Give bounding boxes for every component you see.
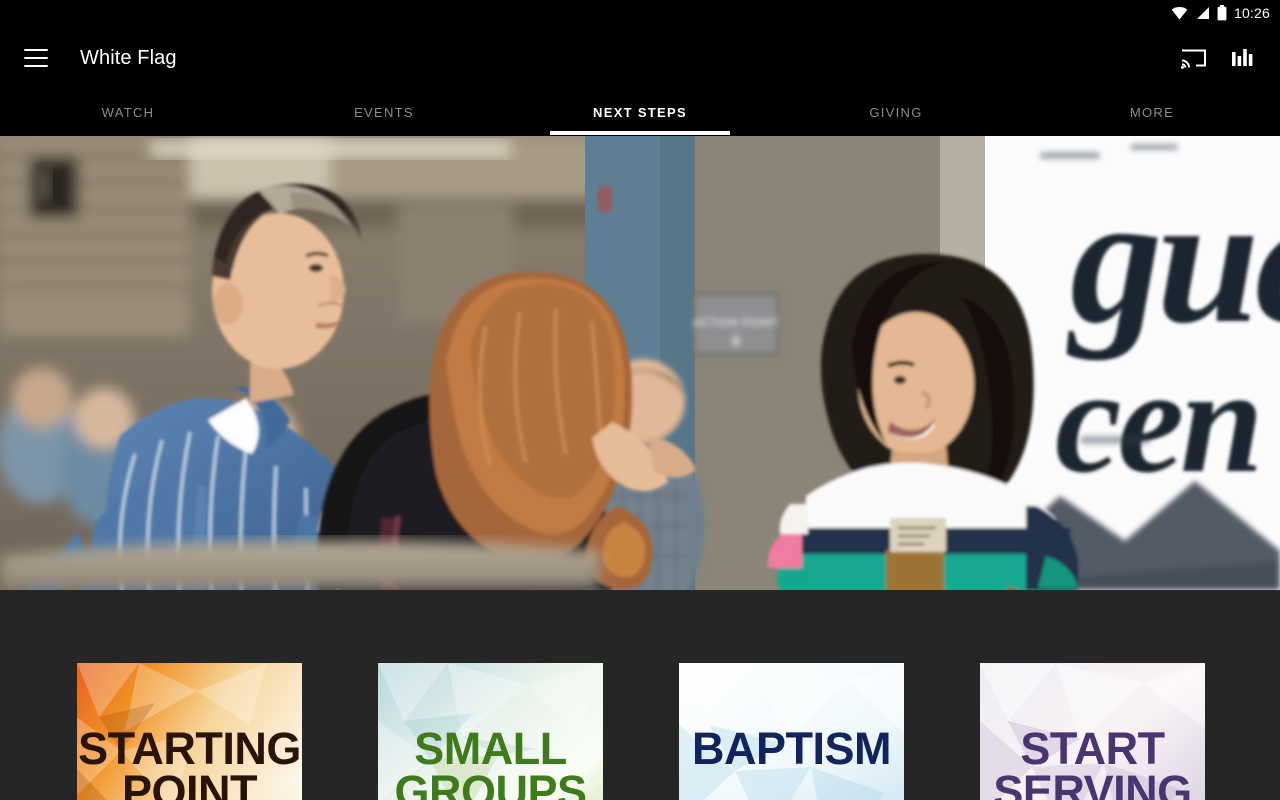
tab-next-steps-label: NEXT STEPS [593,105,687,120]
card-small-groups[interactable]: SMALL GROUPS [378,663,603,800]
svg-text:gue: gue [1066,157,1280,362]
next-steps-content: STARTING POINT SMALL GROUPS BAPTISM STAR… [0,590,1280,800]
tab-watch-label: WATCH [101,105,155,120]
card-start-serving[interactable]: START SERVING [980,663,1205,800]
battery-icon [1217,5,1227,21]
card-starting-point[interactable]: STARTING POINT [77,663,302,800]
wall-sign: ACTION POINT [693,293,779,355]
app-toolbar: White Flag [0,26,1280,90]
card-title-line1: SMALL [414,723,567,774]
bar-chart-icon[interactable] [1218,34,1266,82]
card-title-line2: GROUPS [394,766,587,800]
hamburger-menu-icon[interactable] [24,49,48,67]
app-root: 10:26 White Flag WATCH EVENTS NEXT STEPS… [0,0,1280,800]
card-title: STARTING POINT [77,723,302,800]
app-title: White Flag [80,46,177,69]
tab-more-label: MORE [1129,105,1175,120]
next-steps-card-list: STARTING POINT SMALL GROUPS BAPTISM STAR… [0,663,1280,800]
card-title-line1: STARTING [78,723,301,774]
cell-signal-icon [1195,6,1210,20]
tab-more[interactable]: MORE [1024,90,1280,136]
card-title: START SERVING [980,723,1205,800]
svg-text:ACTION POINT: ACTION POINT [693,317,778,329]
tab-events[interactable]: EVENTS [256,90,512,136]
card-title-line2: POINT [121,766,258,800]
status-bar: 10:26 [0,0,1280,26]
card-title-line2: SERVING [993,766,1192,800]
card-title-line1: BAPTISM [692,723,892,774]
status-bar-clock: 10:26 [1233,5,1270,21]
wifi-icon [1171,6,1188,20]
svg-text:cen: cen [1055,338,1260,504]
tab-bar: WATCH EVENTS NEXT STEPS GIVING MORE [0,90,1280,136]
card-title-line1: START [1020,723,1165,774]
tab-giving-label: GIVING [869,105,923,120]
cast-icon[interactable] [1170,34,1218,82]
card-title: BAPTISM [679,723,904,774]
tab-watch[interactable]: WATCH [0,90,256,136]
tab-giving[interactable]: GIVING [768,90,1024,136]
card-baptism[interactable]: BAPTISM [679,663,904,800]
tab-next-steps[interactable]: NEXT STEPS [512,90,768,136]
card-title: SMALL GROUPS [378,723,603,800]
tab-events-label: EVENTS [354,105,414,120]
hero-image[interactable]: ACTION POINT gue cen [0,136,1280,590]
